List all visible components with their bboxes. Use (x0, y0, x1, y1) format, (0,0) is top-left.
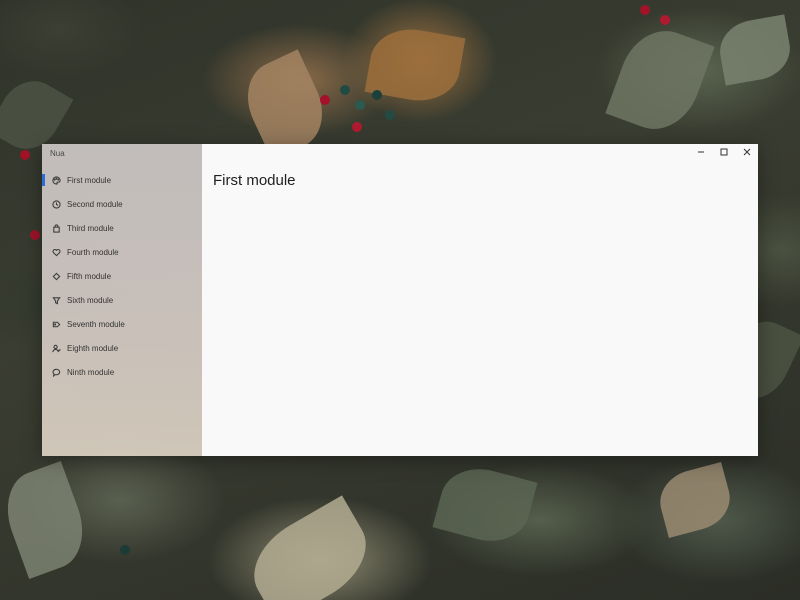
close-icon (743, 148, 750, 156)
nav-list: First module Second module Third module (42, 168, 202, 384)
nav-item-sixth-module[interactable]: Sixth module (42, 288, 202, 312)
content-pane: First module (202, 144, 758, 456)
app-window: Nua First module Second module Third mod… (42, 144, 758, 456)
nav-item-eighth-module[interactable]: Eighth module (42, 336, 202, 360)
nav-item-ninth-module[interactable]: Ninth module (42, 360, 202, 384)
nav-label: Second module (67, 199, 123, 209)
bag-icon (51, 223, 61, 233)
chat-icon (51, 367, 61, 377)
diamond-icon (51, 271, 61, 281)
filter-icon (51, 295, 61, 305)
app-title: Nua (50, 149, 65, 158)
nav-label: Ninth module (67, 367, 115, 377)
minimize-button[interactable] (689, 144, 712, 160)
nav-item-fifth-module[interactable]: Fifth module (42, 264, 202, 288)
nav-item-third-module[interactable]: Third module (42, 216, 202, 240)
maximize-icon (720, 148, 727, 156)
caption-buttons (689, 144, 758, 160)
nav-label: Sixth module (67, 295, 114, 305)
nav-item-fourth-module[interactable]: Fourth module (42, 240, 202, 264)
heart-icon (51, 247, 61, 257)
palette-icon (51, 175, 61, 185)
nav-item-second-module[interactable]: Second module (42, 192, 202, 216)
nav-label: Eighth module (67, 343, 119, 353)
nav-label: First module (67, 175, 112, 185)
maximize-button[interactable] (712, 144, 735, 160)
nav-label: Fourth module (67, 247, 119, 257)
nav-label: Seventh module (67, 319, 125, 329)
nav-label: Fifth module (67, 271, 112, 281)
person-icon (51, 343, 61, 353)
selection-indicator (42, 174, 45, 186)
nav-label: Third module (67, 223, 114, 233)
close-button[interactable] (735, 144, 758, 160)
minimize-icon (697, 151, 704, 153)
nav-item-seventh-module[interactable]: Seventh module (42, 312, 202, 336)
navigation-pane: Nua First module Second module Third mod… (42, 144, 202, 456)
nav-item-first-module[interactable]: First module (42, 168, 202, 192)
page-title: First module (213, 172, 296, 189)
tag-icon (51, 319, 61, 329)
clock-icon (51, 199, 61, 209)
